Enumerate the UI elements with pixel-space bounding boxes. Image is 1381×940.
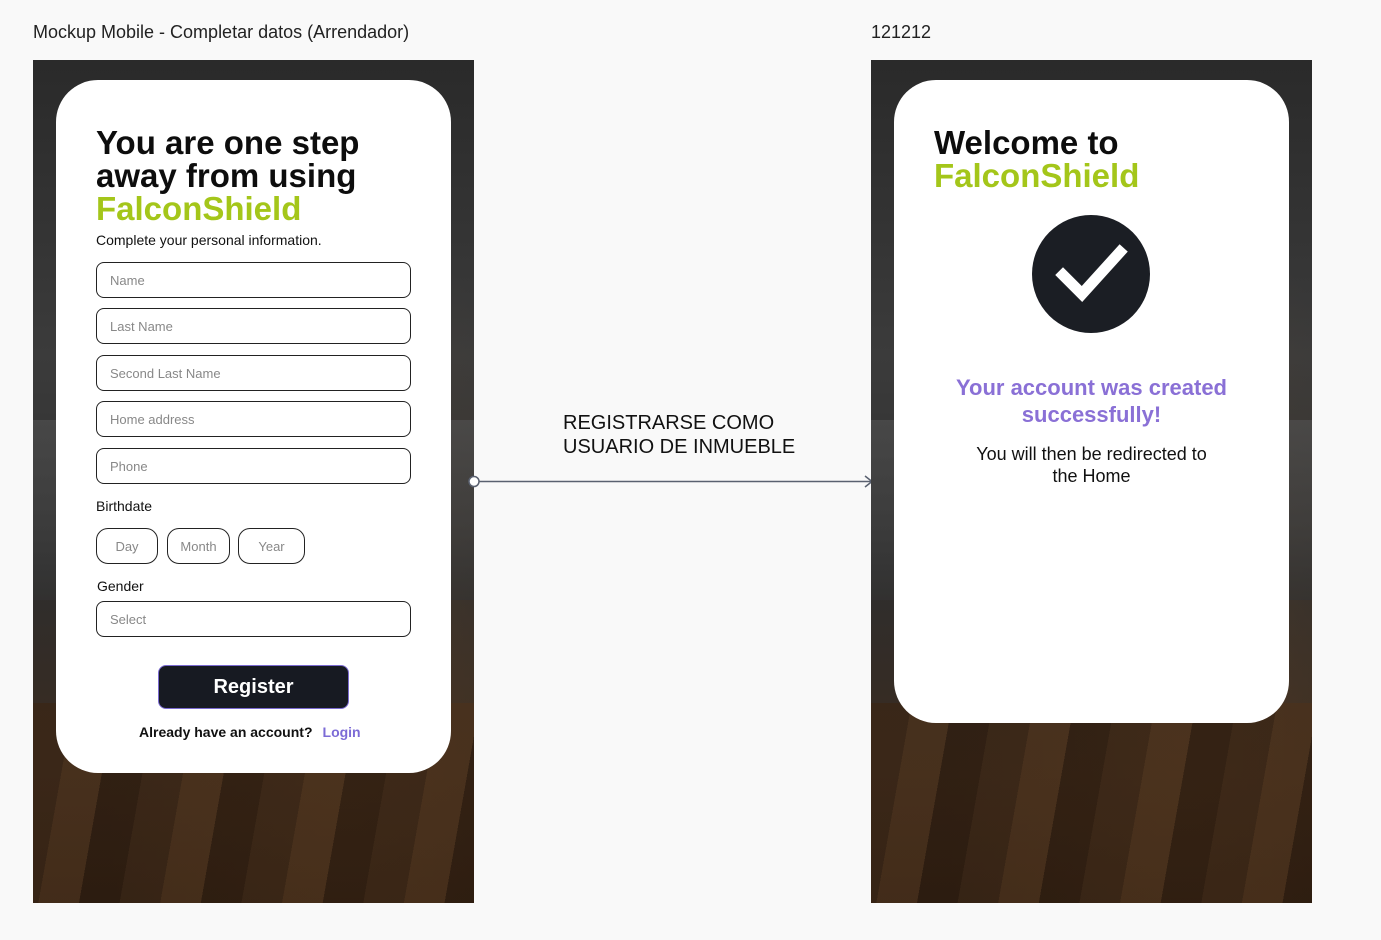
brand-name: FalconShield [96,190,302,227]
birth-month-input[interactable]: Month [167,528,230,564]
title-line-2: away from using [96,157,357,194]
register-button[interactable]: Register [158,665,349,709]
flow-arrow-label: REGISTRARSE COMO USUARIO DE INMUEBLE [563,411,795,459]
redirect-line-2: the Home [1052,466,1131,486]
background-floor [871,703,1312,903]
birth-year-input[interactable]: Year [238,528,305,564]
brand-name: FalconShield [934,157,1140,194]
flow-label-line-1: REGISTRARSE COMO [563,412,775,434]
flow-arrow [468,475,874,488]
flow-arrow-start-handle[interactable] [468,475,480,488]
register-phone-frame: You are one step away from using FalconS… [33,60,474,903]
frame-label-right: 121212 [871,22,932,42]
welcome-title-text: Welcome to [934,124,1119,161]
second-last-name-input[interactable]: Second Last Name [96,355,411,391]
register-title: You are one step away from using FalconS… [96,126,359,225]
success-line-2: successfully! [1021,402,1162,427]
login-link[interactable]: Login [323,724,361,740]
title-line-1: You are one step [96,124,360,161]
flow-label-line-2: USUARIO DE INMUEBLE [563,436,796,458]
gender-select[interactable]: Select [96,601,411,637]
birthdate-label: Birthdate [96,498,153,514]
register-subtitle: Complete your personal information. [96,232,322,248]
welcome-card: Welcome to FalconShield Your account was… [894,80,1289,723]
already-have-account-text: Already have an account? [139,724,313,740]
frame-label-left: Mockup Mobile - Completar datos (Arrenda… [33,22,410,42]
register-card: You are one step away from using FalconS… [56,80,451,773]
login-prompt: Already have an account? Login [139,724,361,740]
last-name-input[interactable]: Last Name [96,308,411,344]
welcome-phone-frame: Welcome to FalconShield Your account was… [871,60,1312,903]
home-address-input[interactable]: Home address [96,401,411,437]
success-message: Your account was created successfully! [914,374,1269,428]
gender-label: Gender [97,578,144,594]
birth-day-input[interactable]: Day [96,528,158,564]
success-line-1: Your account was created [955,375,1227,400]
redirect-line-1: You will then be redirected to [976,444,1207,464]
success-check-icon [1032,215,1150,333]
welcome-title: Welcome to FalconShield [934,126,1139,192]
redirect-message: You will then be redirected to the Home [914,443,1269,487]
name-input[interactable]: Name [96,262,411,298]
phone-input[interactable]: Phone [96,448,411,484]
